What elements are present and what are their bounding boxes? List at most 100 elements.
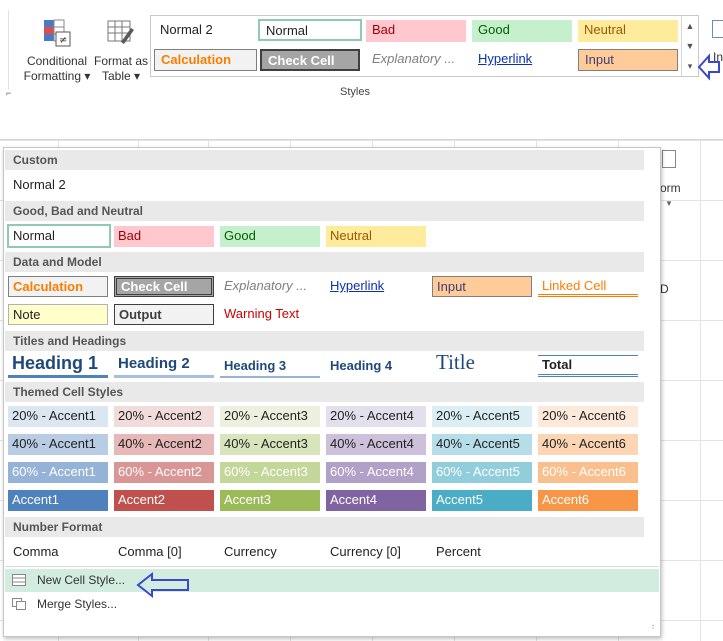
style-explanatory[interactable]: Explanatory ... [220, 276, 320, 297]
style-20-accent4[interactable]: 20% - Accent4 [326, 406, 426, 427]
style-currency[interactable]: Currency [224, 542, 277, 561]
gallery-check-cell[interactable]: Check Cell [260, 49, 360, 71]
ribbon-dialog-launcher[interactable]: ⌐ [6, 88, 11, 98]
format-mini-icon [662, 150, 676, 168]
style-60-accent6[interactable]: 60% - Accent6 [538, 462, 638, 483]
gallery-calculation[interactable]: Calculation [154, 49, 257, 71]
style-calculation[interactable]: Calculation [8, 276, 108, 297]
style-40-accent6[interactable]: 40% - Accent6 [538, 434, 638, 455]
style-40-accent1[interactable]: 40% - Accent1 [8, 434, 108, 455]
style-normal[interactable]: Normal [7, 224, 111, 248]
style-currency-0[interactable]: Currency [0] [330, 542, 401, 561]
style-60-accent1[interactable]: 60% - Accent1 [8, 462, 108, 483]
style-title[interactable]: Title [432, 350, 532, 376]
format-as-table-label-2: Table ▾ [101, 69, 141, 83]
style-heading-2[interactable]: Heading 2 [114, 354, 214, 378]
conditional-formatting-button[interactable]: ≠ Conditional Formatting ▾ [20, 18, 94, 88]
conditional-formatting-label-1: Conditional [26, 54, 88, 68]
style-percent[interactable]: Percent [436, 542, 481, 561]
merge-styles-icon [12, 598, 26, 610]
gallery-scroll-down-icon[interactable]: ▼ [682, 36, 698, 56]
gallery-more-icon[interactable]: ▾ [682, 56, 698, 76]
section-data-model: Data and Model [5, 252, 644, 272]
new-cell-style-label: New Cell Style... [37, 573, 126, 587]
section-good-bad-neutral: Good, Bad and Neutral [5, 201, 644, 221]
gallery-hyperlink[interactable]: Hyperlink [472, 49, 572, 71]
svg-text:≠: ≠ [59, 35, 67, 46]
style-total[interactable]: Total [538, 355, 638, 377]
gallery-scrollbar: ▲ ▼ ▾ [681, 16, 698, 76]
style-linked-cell[interactable]: Linked Cell [538, 276, 638, 297]
style-60-accent3[interactable]: 60% - Accent3 [220, 462, 320, 483]
style-comma[interactable]: Comma [13, 542, 59, 561]
style-heading-4[interactable]: Heading 4 [326, 356, 426, 378]
style-20-accent2[interactable]: 20% - Accent2 [114, 406, 214, 427]
style-60-accent4[interactable]: 60% - Accent4 [326, 462, 426, 483]
style-good[interactable]: Good [220, 226, 320, 247]
format-as-table-button[interactable]: Format as Table ▾ [94, 18, 148, 88]
section-number-format: Number Format [5, 517, 644, 537]
style-warning-text[interactable]: Warning Text [220, 304, 320, 325]
section-themed: Themed Cell Styles [5, 382, 644, 402]
style-heading-1[interactable]: Heading 1 [8, 352, 108, 378]
style-comma-0[interactable]: Comma [0] [118, 542, 182, 561]
gallery-scroll-up-icon[interactable]: ▲ [682, 16, 698, 36]
merge-styles-label: Merge Styles... [37, 597, 118, 611]
style-20-accent3[interactable]: 20% - Accent3 [220, 406, 320, 427]
style-accent2[interactable]: Accent2 [114, 490, 214, 511]
section-custom: Custom [5, 150, 644, 170]
style-check-cell[interactable]: Check Cell [114, 276, 214, 297]
style-neutral[interactable]: Neutral [326, 226, 426, 247]
cell-styles-gallery: Normal 2 Normal Bad Good Neutral Calcula… [150, 15, 699, 77]
style-accent1[interactable]: Accent1 [8, 490, 108, 511]
style-20-accent5[interactable]: 20% - Accent5 [432, 406, 532, 427]
style-60-accent2[interactable]: 60% - Accent2 [114, 462, 214, 483]
pointer-arrow-icon [136, 571, 189, 599]
styles-group-label: Styles [340, 86, 370, 98]
gallery-input[interactable]: Input [578, 49, 678, 71]
style-20-accent1[interactable]: 20% - Accent1 [8, 406, 108, 427]
new-cell-style-menu-item[interactable]: New Cell Style... [5, 569, 659, 592]
style-accent4[interactable]: Accent4 [326, 490, 426, 511]
formula-bar-strip [0, 105, 723, 140]
gallery-explanatory[interactable]: Explanatory ... [366, 49, 466, 71]
sheet-right-fragment-2: D [660, 282, 669, 296]
style-40-accent5[interactable]: 40% - Accent5 [432, 434, 532, 455]
cell-styles-dropdown: Custom Normal 2 Good, Bad and Neutral No… [3, 147, 661, 637]
style-accent3[interactable]: Accent3 [220, 490, 320, 511]
sheet-right-fragment-1: orm [660, 181, 681, 195]
style-accent6[interactable]: Accent6 [538, 490, 638, 511]
style-normal-2[interactable]: Normal 2 [13, 175, 66, 194]
gallery-neutral[interactable]: Neutral [578, 20, 678, 42]
gallery-normal[interactable]: Normal [258, 19, 362, 41]
style-40-accent3[interactable]: 40% - Accent3 [220, 434, 320, 455]
merge-styles-menu-item[interactable]: Merge Styles... [5, 593, 659, 616]
style-input[interactable]: Input [432, 276, 532, 297]
grid-line [0, 140, 723, 141]
style-40-accent2[interactable]: 40% - Accent2 [114, 434, 214, 455]
section-titles-headings: Titles and Headings [5, 331, 644, 351]
gallery-bad[interactable]: Bad [366, 20, 466, 42]
style-note[interactable]: Note [8, 304, 108, 325]
conditional-formatting-label-2: Formatting ▾ [23, 69, 91, 83]
gallery-normal-2[interactable]: Normal 2 [154, 20, 257, 42]
menu-separator [5, 566, 659, 567]
style-accent5[interactable]: Accent5 [432, 490, 532, 511]
style-heading-3[interactable]: Heading 3 [220, 356, 320, 378]
ribbon-left-edge [0, 10, 9, 90]
ribbon-right-insert-icon [712, 20, 723, 38]
conditional-formatting-icon: ≠ [44, 19, 71, 47]
sheet-dropdown-icon: ▼ [665, 199, 673, 208]
style-bad[interactable]: Bad [114, 226, 214, 247]
ribbon-right-fragment: In [713, 50, 723, 64]
style-output[interactable]: Output [114, 304, 214, 325]
style-40-accent4[interactable]: 40% - Accent4 [326, 434, 426, 455]
gallery-good[interactable]: Good [472, 20, 572, 42]
style-20-accent6[interactable]: 20% - Accent6 [538, 406, 638, 427]
resize-grip-icon[interactable]: ⠰ [649, 623, 655, 631]
style-hyperlink[interactable]: Hyperlink [326, 276, 426, 297]
ribbon: ⌐ ≠ Conditional Formatting ▾ Format as T… [0, 0, 723, 106]
format-as-table-label-1: Format as [94, 54, 149, 68]
new-cell-style-icon [12, 574, 26, 586]
style-60-accent5[interactable]: 60% - Accent5 [432, 462, 532, 483]
